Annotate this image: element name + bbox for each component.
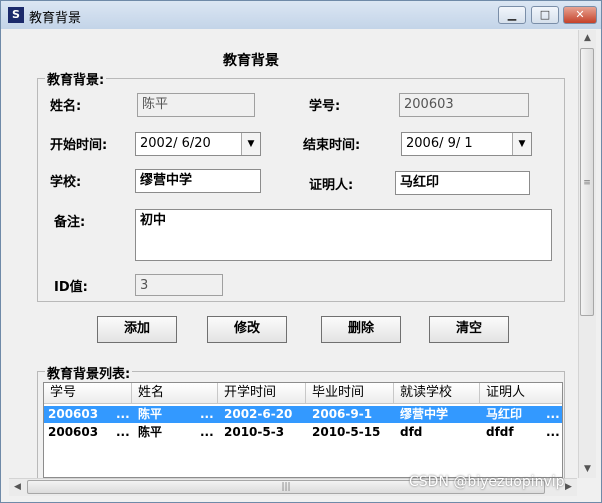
clear-button[interactable]: 清空 xyxy=(429,316,509,343)
cell-student-no: 200603 xyxy=(48,425,99,439)
cell-name: 陈平 xyxy=(138,425,163,439)
cell-ellipsis: ... xyxy=(546,407,560,421)
id-field[interactable]: 3 xyxy=(135,274,223,296)
list-row[interactable]: 200603 ... 陈平 ... 2010-5-3 2010-5-15 dfd… xyxy=(44,424,562,441)
window-title: 教育背景 xyxy=(29,11,82,26)
name-label: 姓名: xyxy=(50,99,82,114)
school-label: 学校: xyxy=(50,175,82,190)
scroll-down-icon[interactable]: ▼ xyxy=(579,461,596,478)
vertical-scrollbar[interactable]: ▲ ≡ ▼ xyxy=(578,30,596,478)
education-group-title: 教育背景: xyxy=(45,69,107,88)
minimize-button[interactable]: ▁ xyxy=(498,6,526,24)
cell-name: 陈平 xyxy=(138,407,163,421)
cell-end: 2006-9-1 xyxy=(312,407,373,421)
end-date-label: 结束时间: xyxy=(303,138,361,153)
cell-school: 缪营中学 xyxy=(400,407,449,421)
scroll-left-icon[interactable]: ◀ xyxy=(9,479,26,496)
cell-end: 2010-5-15 xyxy=(312,425,381,439)
chevron-down-icon[interactable]: ▼ xyxy=(241,133,260,155)
app-icon: S xyxy=(8,7,24,23)
list-row-selected[interactable]: 200603 ... 陈平 ... 2002-6-20 2006-9-1 缪营中… xyxy=(44,406,562,423)
witness-field[interactable]: 马红印 xyxy=(395,171,530,195)
column-header-school[interactable]: 就读学校 xyxy=(394,383,480,403)
cell-ellipsis: ... xyxy=(116,425,130,439)
cell-start: 2010-5-3 xyxy=(224,425,285,439)
cell-ellipsis: ... xyxy=(200,425,214,439)
app-window: S 教育背景 ▁ □ ✕ 教育背景 教育背景: 姓名: 陈平 学号: 20060… xyxy=(0,0,602,503)
title-bar[interactable]: S 教育背景 ▁ □ ✕ xyxy=(1,1,601,29)
note-label: 备注: xyxy=(54,215,86,230)
page-title: 教育背景 xyxy=(223,53,279,69)
student-no-label: 学号: xyxy=(309,99,341,114)
start-date-picker[interactable]: 2002/ 6/20 ▼ xyxy=(135,132,261,156)
cell-student-no: 200603 xyxy=(48,407,99,421)
cell-ellipsis: ... xyxy=(546,425,560,439)
column-header-witness[interactable]: 证明人 xyxy=(480,383,562,403)
vertical-scroll-thumb[interactable]: ≡ xyxy=(580,48,594,316)
start-date-label: 开始时间: xyxy=(50,138,108,153)
school-field[interactable]: 缪营中学 xyxy=(135,169,261,193)
student-no-field[interactable]: 200603 xyxy=(399,93,529,117)
cell-start: 2002-6-20 xyxy=(224,407,293,421)
watermark: CSDN @biyezuopinvip xyxy=(409,474,565,490)
end-date-picker[interactable]: 2006/ 9/ 1 ▼ xyxy=(401,132,532,156)
edit-button[interactable]: 修改 xyxy=(207,316,287,343)
column-header-student-no[interactable]: 学号 xyxy=(44,383,132,403)
add-button[interactable]: 添加 xyxy=(97,316,177,343)
name-field[interactable]: 陈平 xyxy=(137,93,255,117)
chevron-down-icon[interactable]: ▼ xyxy=(512,133,531,155)
witness-label: 证明人: xyxy=(309,178,354,193)
cell-ellipsis: ... xyxy=(200,407,214,421)
start-date-value: 2002/ 6/20 xyxy=(140,136,211,151)
note-textarea[interactable]: 初中 xyxy=(135,209,552,261)
list-header: 学号 姓名 开学时间 毕业时间 就读学校 证明人 xyxy=(44,383,562,404)
maximize-button[interactable]: □ xyxy=(531,6,559,24)
column-header-name[interactable]: 姓名 xyxy=(132,383,218,403)
end-date-value: 2006/ 9/ 1 xyxy=(406,136,473,151)
education-list[interactable]: 学号 姓名 开学时间 毕业时间 就读学校 证明人 200603 ... 陈平 .… xyxy=(43,382,563,478)
scroll-up-icon[interactable]: ▲ xyxy=(579,30,596,47)
cell-ellipsis: ... xyxy=(116,407,130,421)
id-label: ID值: xyxy=(54,280,88,295)
list-group-title: 教育背景列表: xyxy=(45,363,133,382)
cell-witness: dfdf xyxy=(486,425,514,439)
form-client-area: 教育背景 教育背景: 姓名: 陈平 学号: 200603 开始时间: 2002/… xyxy=(9,30,577,478)
cell-school: dfd xyxy=(400,425,423,439)
column-header-end[interactable]: 毕业时间 xyxy=(306,383,394,403)
delete-button[interactable]: 删除 xyxy=(321,316,401,343)
cell-witness: 马红印 xyxy=(486,407,523,421)
close-button[interactable]: ✕ xyxy=(563,6,597,24)
column-header-start[interactable]: 开学时间 xyxy=(218,383,306,403)
